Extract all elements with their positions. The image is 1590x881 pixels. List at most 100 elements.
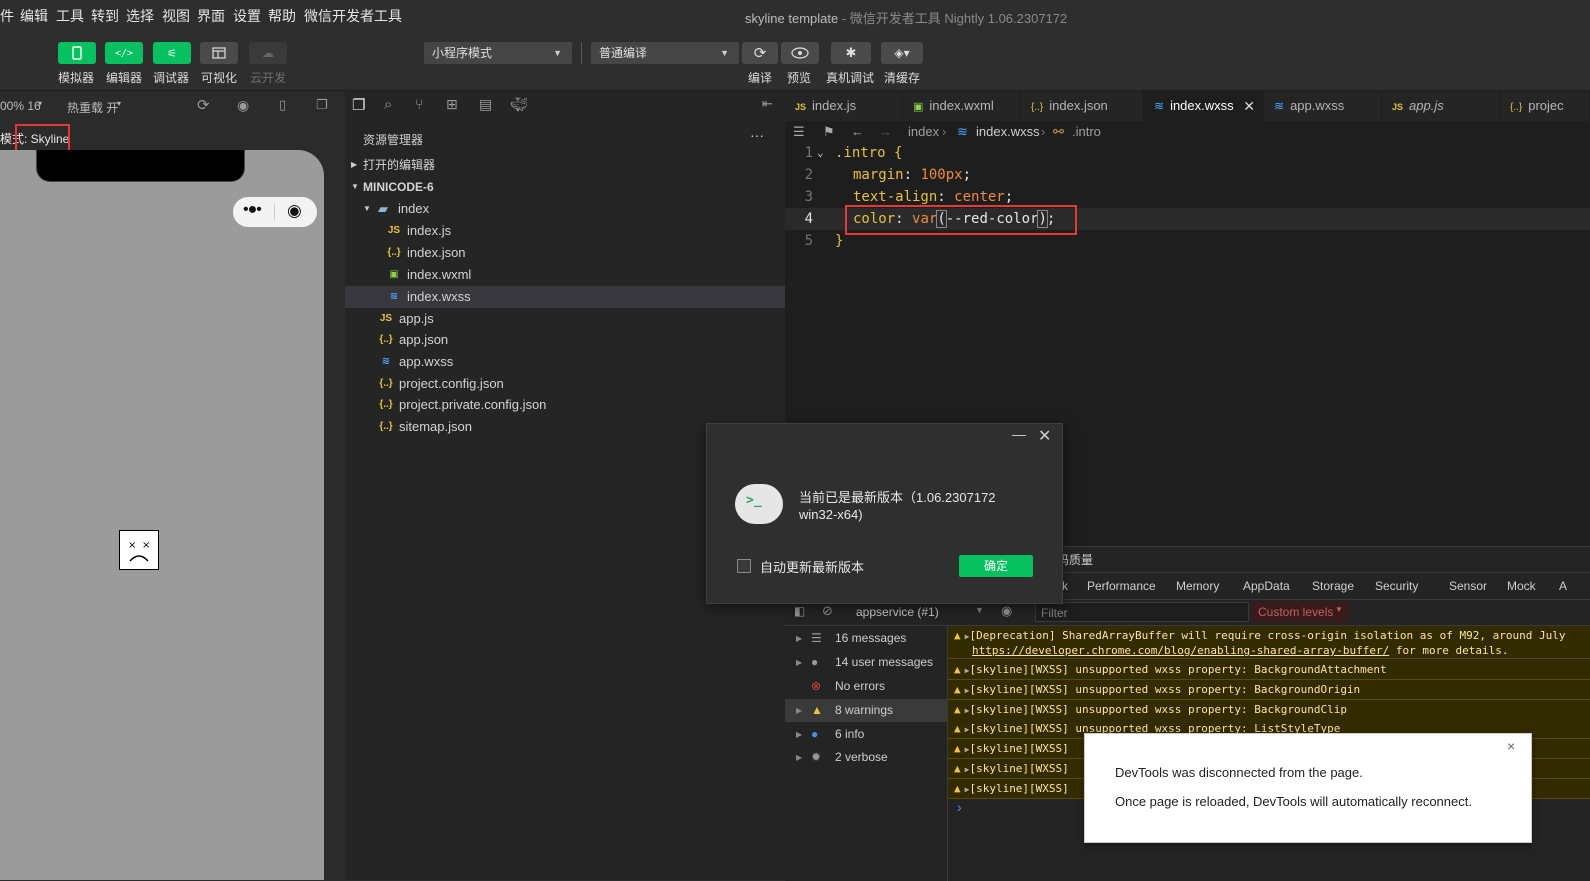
- tree-item-index-js[interactable]: JS index.js: [345, 220, 785, 242]
- source-control-icon[interactable]: ⑂: [415, 96, 423, 112]
- docker-icon[interactable]: 🐳︎: [510, 96, 528, 113]
- menu-interface[interactable]: 界面: [197, 6, 225, 26]
- menu-goto[interactable]: 转到: [91, 6, 119, 26]
- tree-item-app-json[interactable]: {..} app.json: [345, 329, 785, 351]
- back-arrow-icon[interactable]: ←: [851, 121, 864, 143]
- tree-item-app-js[interactable]: JS app.js: [345, 308, 785, 330]
- folder-index[interactable]: ▼ ▰ index: [345, 198, 785, 220]
- sidebar-user-messages[interactable]: ▶ ● 14 user messages: [785, 651, 947, 674]
- console-filter-input[interactable]: Filter: [1035, 602, 1249, 622]
- code-line[interactable]: 1 ⌄ .intro {: [785, 142, 1590, 164]
- project-section[interactable]: ▼ MINICODE-6: [345, 176, 785, 198]
- detach-window-icon[interactable]: ❐: [316, 97, 328, 113]
- zoom-select[interactable]: 00% 16: [0, 99, 41, 113]
- tab-appdata[interactable]: AppData: [1243, 579, 1290, 593]
- tab-index-json[interactable]: {..} index.json: [1021, 91, 1144, 121]
- menu-tools[interactable]: 工具: [56, 6, 84, 26]
- tab-memory[interactable]: Memory: [1176, 579, 1219, 593]
- breadcrumb-symbol[interactable]: .intro: [1072, 121, 1101, 143]
- tab-sensor[interactable]: Sensor: [1449, 579, 1487, 593]
- collapse-panel-icon[interactable]: ⇤: [762, 96, 773, 112]
- editor-toggle-button[interactable]: </>: [105, 42, 143, 64]
- tree-item-index-wxss[interactable]: ≋ index.wxss: [345, 286, 785, 308]
- minimize-icon[interactable]: —: [1012, 426, 1026, 442]
- log-levels-select[interactable]: Custom levels ▼: [1252, 602, 1348, 622]
- outline-icon[interactable]: ▤: [479, 96, 492, 113]
- tree-item-app-wxss[interactable]: ≋ app.wxss: [345, 351, 785, 373]
- more-dots-icon[interactable]: •●•: [243, 201, 262, 219]
- console-log-row[interactable]: ▲ ▶[Deprecation] SharedArrayBuffer will r…: [948, 626, 1590, 659]
- console-prompt[interactable]: ›: [957, 799, 962, 815]
- bookmark-icon[interactable]: ⚑: [823, 121, 835, 143]
- logo-glyph: >_: [746, 493, 762, 508]
- tab-performance[interactable]: Performance: [1087, 579, 1156, 593]
- tab-security[interactable]: Security: [1375, 579, 1418, 593]
- code-line[interactable]: 2 margin: 100px;: [785, 164, 1590, 186]
- files-icon[interactable]: ❐: [352, 96, 365, 114]
- remote-debug-button[interactable]: ✱: [831, 42, 871, 64]
- hot-reload-toggle[interactable]: 热重载 开: [67, 99, 118, 116]
- clear-console-icon[interactable]: ⊘: [822, 603, 833, 619]
- preview-button[interactable]: [781, 42, 819, 64]
- menu-wechat-devtools[interactable]: 微信开发者工具: [304, 6, 402, 26]
- breadcrumb-file[interactable]: index.wxss: [976, 121, 1040, 143]
- compile-select[interactable]: 普通编译 ▼: [591, 42, 739, 64]
- compile-button[interactable]: ⟳: [742, 42, 778, 64]
- close-program-icon[interactable]: ◉: [287, 201, 302, 221]
- menu-help[interactable]: 帮助: [268, 6, 296, 26]
- console-log-row[interactable]: ▲ ▶[skyline][WXSS] unsupported wxss prope…: [948, 700, 1590, 720]
- tree-item-index-wxml[interactable]: ▣ index.wxml: [345, 264, 785, 286]
- menu-select[interactable]: 选择: [126, 6, 154, 26]
- eye-icon[interactable]: ◉: [1001, 603, 1012, 619]
- confirm-button[interactable]: 确定: [959, 555, 1033, 577]
- tab-index-js[interactable]: JS index.js: [785, 91, 903, 121]
- tab-project-config[interactable]: {..} projec: [1500, 91, 1590, 121]
- menu-file[interactable]: 件: [0, 6, 14, 26]
- sidebar-messages[interactable]: ▶ ☰ 16 messages: [785, 627, 947, 650]
- sidebar-warnings[interactable]: ▶ ▲ 8 warnings: [785, 699, 947, 722]
- tab-app-js[interactable]: JS app.js: [1382, 91, 1500, 121]
- sidebar-info[interactable]: ▶ ● 6 info: [785, 723, 947, 746]
- mini-program-capsule: •●• ◉: [233, 197, 317, 227]
- tab-more[interactable]: A: [1559, 579, 1567, 593]
- console-log-row[interactable]: ▲ ▶[skyline][WXSS] unsupported wxss prope…: [948, 680, 1590, 700]
- fold-chevron-icon[interactable]: ⌄: [817, 142, 824, 164]
- debugger-toggle-button[interactable]: ⚟: [153, 42, 191, 64]
- sidebar-errors[interactable]: ⊗ No errors: [785, 675, 947, 698]
- breadcrumb-folder[interactable]: index: [908, 121, 939, 143]
- sidebar-toggle-icon[interactable]: ◧: [794, 604, 805, 618]
- mode-select[interactable]: 小程序模式 ▼: [424, 42, 572, 64]
- console-log-row[interactable]: ▲ ▶[skyline][WXSS] unsupported wxss prope…: [948, 660, 1590, 680]
- visual-toggle-button[interactable]: [200, 42, 238, 64]
- menu-view[interactable]: 视图: [162, 6, 190, 26]
- menu-edit[interactable]: 编辑: [20, 6, 48, 26]
- tab-index-wxml[interactable]: ▣ index.wxml: [903, 91, 1021, 121]
- tree-item-index-json[interactable]: {..} index.json: [345, 242, 785, 264]
- toast-close-button[interactable]: ×: [1507, 738, 1515, 754]
- device-icon[interactable]: ▯: [279, 97, 286, 113]
- tab-app-wxss[interactable]: ≋ app.wxss: [1264, 91, 1382, 121]
- search-icon[interactable]: ⌕: [384, 96, 392, 113]
- forward-arrow-icon[interactable]: →: [879, 121, 892, 143]
- close-icon[interactable]: ✕: [1038, 426, 1051, 446]
- log-link[interactable]: https://developer.chrome.com/blog/enabli…: [972, 644, 1389, 657]
- context-select[interactable]: appservice (#1): [856, 605, 939, 619]
- close-tab-icon[interactable]: ✕: [1243, 91, 1255, 121]
- tab-storage[interactable]: Storage: [1312, 579, 1354, 593]
- sidebar-verbose[interactable]: ▶ ✹ 2 verbose: [785, 746, 947, 769]
- record-icon[interactable]: ◉: [237, 97, 249, 114]
- rotate-icon[interactable]: ⟳: [197, 96, 210, 114]
- extensions-icon[interactable]: ⊞: [446, 96, 458, 113]
- explorer-more-button[interactable]: ···: [750, 127, 764, 143]
- open-editors-section[interactable]: ▶ 打开的编辑器: [345, 154, 785, 176]
- auto-update-checkbox[interactable]: [737, 559, 751, 573]
- tree-item-project-config[interactable]: {..} project.config.json: [345, 373, 785, 395]
- clear-cache-button[interactable]: ◈▾: [881, 42, 923, 64]
- tab-mock[interactable]: Mock: [1507, 579, 1536, 593]
- simulator-toggle-button[interactable]: [58, 42, 96, 64]
- cloud-dev-button[interactable]: ☁: [249, 42, 287, 64]
- tab-index-wxss[interactable]: ≋ index.wxss ✕: [1144, 91, 1264, 121]
- menu-settings[interactable]: 设置: [233, 6, 261, 26]
- list-icon[interactable]: ☰: [793, 121, 805, 143]
- tree-item-project-private-config[interactable]: {..} project.private.config.json: [345, 394, 785, 416]
